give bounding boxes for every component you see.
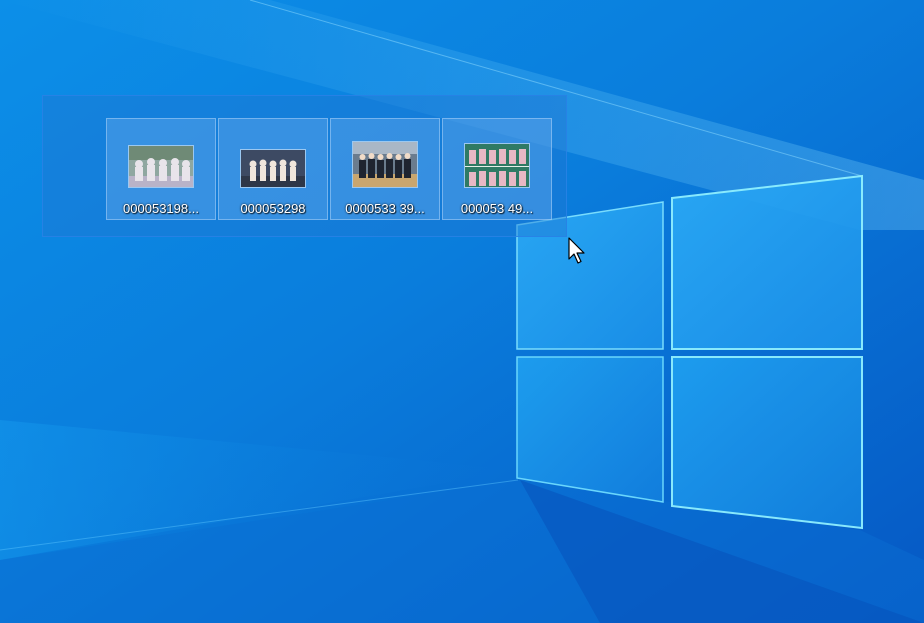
image-thumbnail-icon <box>240 149 306 188</box>
desktop-icon-file-3[interactable]: 0000533 39... <box>330 118 440 220</box>
desktop-wallpaper <box>0 0 924 623</box>
desktop-icon-file-1[interactable]: 000053198... <box>106 118 216 220</box>
image-thumbnail-icon <box>128 145 194 188</box>
file-name-label: 000053 49... <box>460 201 534 216</box>
desktop-icon-file-2[interactable]: 000053298 <box>218 118 328 220</box>
file-name-label: 000053298 <box>240 201 306 216</box>
file-name-label: 000053198... <box>123 201 199 216</box>
desktop-icon-file-4[interactable]: 000053 49... <box>442 118 552 220</box>
arrow-pointer-icon <box>568 237 585 264</box>
file-name-label: 0000533 39... <box>345 201 425 216</box>
image-thumbnail-icon <box>352 141 418 188</box>
image-thumbnail-icon <box>464 143 530 188</box>
